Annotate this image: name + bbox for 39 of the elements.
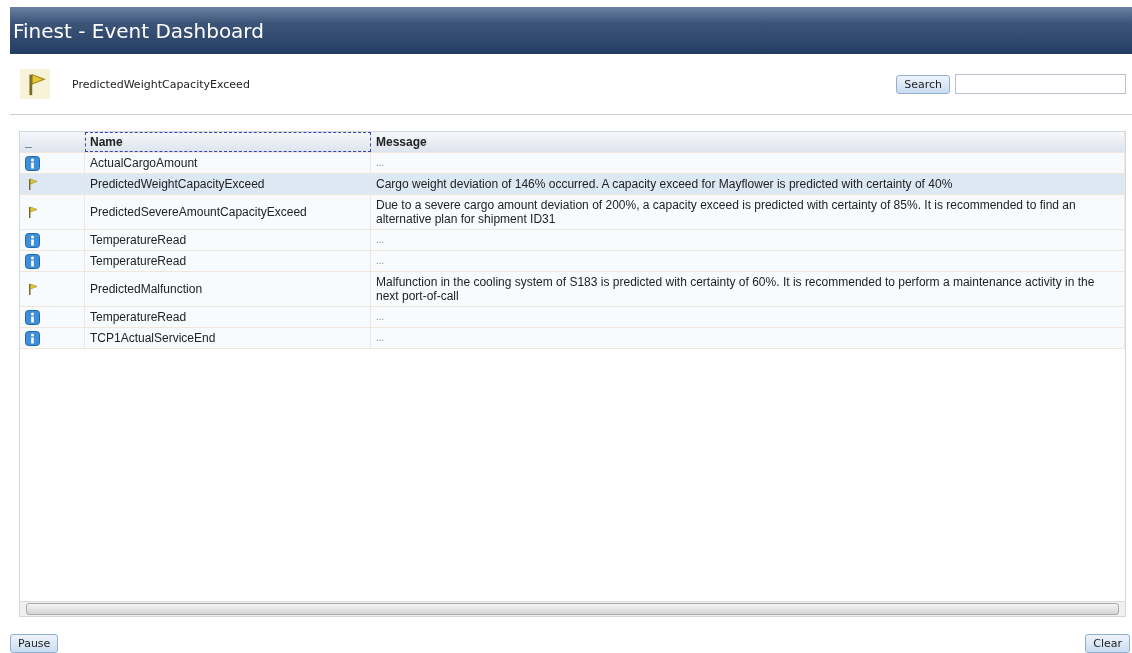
horizontal-scrollbar[interactable] bbox=[20, 601, 1125, 616]
info-icon bbox=[25, 330, 40, 346]
table-cell: ... bbox=[371, 230, 1125, 250]
info-icon bbox=[25, 309, 40, 325]
table-cell: ... bbox=[371, 328, 1125, 348]
table-cell: TemperatureRead bbox=[85, 307, 371, 327]
info-icon bbox=[25, 155, 40, 171]
info-icon bbox=[25, 232, 40, 248]
table-cell: Due to a severe cargo amount deviation of 200%, a capacity exceed is predicted with certainty of 85%. It is recommended to find an alternative plan for shipment ID31 bbox=[371, 195, 1125, 229]
table-row[interactable]: TemperatureRead ... bbox=[20, 307, 1125, 328]
pause-button[interactable]: Pause bbox=[10, 634, 59, 653]
window-title: Finest - Event Dashboard bbox=[13, 18, 264, 43]
event-name: PredictedWeightCapacityExceed bbox=[72, 77, 250, 91]
table-row[interactable] bbox=[20, 195, 1125, 230]
table-cell: PredictedSevereAmountCapacityExceed bbox=[85, 195, 371, 229]
search-field[interactable] bbox=[955, 74, 1126, 94]
table-cell: Cargo weight deviation of 146% occurred. A capacity exceed for Mayflower is predicted with certainty of 40% bbox=[371, 174, 1125, 194]
table-cell: Malfunction in the cooling system of S183 is predicted with certainty of 60%. It is recommended to perform a maintenance activity in the next port-of-call bbox=[371, 272, 1125, 306]
table-row[interactable]: TemperatureRead ... bbox=[20, 251, 1125, 272]
table-cell: ... bbox=[371, 307, 1125, 327]
table-cell: PredictedMalfunction bbox=[85, 272, 371, 306]
table-cell: TemperatureRead bbox=[85, 251, 371, 271]
table-row[interactable]: PredictedMalfunction Malfunction in the cooling system of S183 is predicted with certainty of 60%. It is recommended to perform a maintenance activity in the next port-of-call bbox=[20, 272, 1125, 307]
table-cell: ... bbox=[371, 153, 1125, 173]
table-row[interactable]: TCP1ActualServiceEnd ... bbox=[20, 328, 1125, 349]
table-cell: ActualCargoAmount bbox=[85, 153, 371, 173]
table-row[interactable]: TemperatureRead ... bbox=[20, 230, 1125, 251]
table-row[interactable]: ActualCargoAmount ... bbox=[20, 153, 1125, 174]
table-cell: TCP1ActualServiceEnd bbox=[85, 328, 371, 348]
info-icon bbox=[25, 253, 40, 269]
search-button[interactable]: Search bbox=[896, 74, 950, 94]
clear-button[interactable]: Clear bbox=[1085, 634, 1130, 653]
table-cell: PredictedWeightCapacityExceed bbox=[85, 174, 371, 194]
column-header[interactable]: _ bbox=[20, 132, 85, 152]
table-row[interactable]: PredictedWeightCapacityExceed Cargo weight deviation of 146% occurred. A capacity exceed for Mayflower is predicted with certainty of 40% bbox=[20, 174, 1125, 195]
column-header[interactable]: Name bbox=[85, 132, 371, 152]
table-cell: ... bbox=[371, 251, 1125, 271]
table-cell: TemperatureRead bbox=[85, 230, 371, 250]
column-header[interactable]: Message bbox=[371, 132, 1125, 152]
